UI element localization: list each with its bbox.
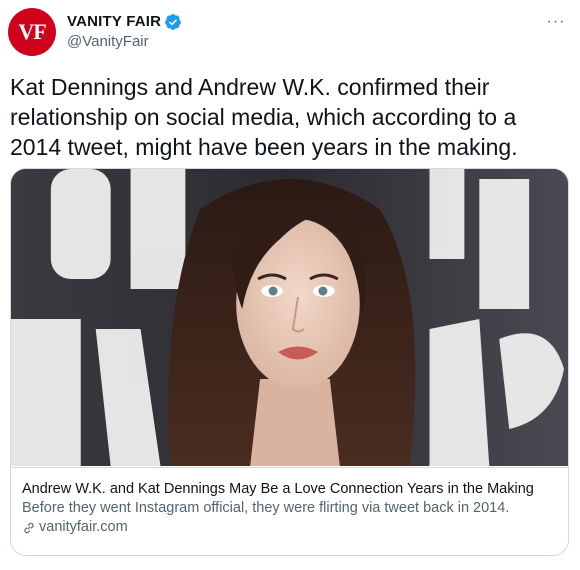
card-description: Before they went Instagram official, the… — [22, 500, 510, 516]
avatar[interactable]: VF — [8, 8, 56, 56]
link-card[interactable]: Andrew W.K. and Kat Dennings May Be a Lo… — [10, 168, 569, 556]
tweet: VF VANITY FAIR @VanityFair ··· Kat Denni… — [0, 0, 580, 570]
card-meta: Andrew W.K. and Kat Dennings May Be a Lo… — [11, 467, 568, 555]
display-name[interactable]: VANITY FAIR — [67, 12, 161, 32]
card-image[interactable] — [11, 169, 568, 466]
tweet-header: VF VANITY FAIR @VanityFair ··· — [8, 8, 570, 56]
tweet-text: Kat Dennings and Andrew W.K. confirmed t… — [10, 74, 518, 160]
verified-badge-icon — [165, 14, 182, 30]
avatar-text: VF — [18, 19, 46, 44]
card-domain: vanityfair.com — [39, 519, 128, 535]
handle[interactable]: @VanityFair — [67, 32, 182, 52]
link-icon — [24, 522, 34, 533]
display-name-row: VANITY FAIR — [67, 12, 182, 32]
card-domain-row: vanityfair.com — [22, 518, 556, 537]
author-names: VANITY FAIR @VanityFair — [67, 12, 182, 52]
portrait-photo-icon — [11, 169, 568, 466]
more-options-icon[interactable]: ··· — [544, 10, 568, 34]
card-title: Andrew W.K. and Kat Dennings May Be a Lo… — [22, 481, 534, 497]
